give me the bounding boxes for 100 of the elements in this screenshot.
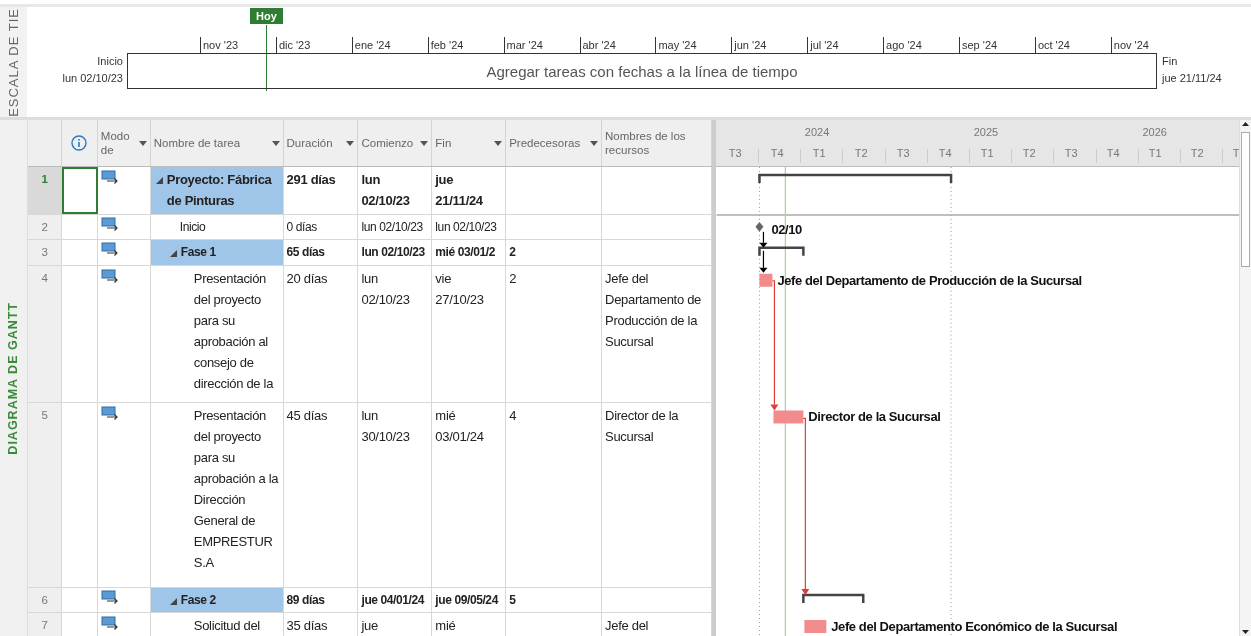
task-name: Presentación del proyecto para su aprobación al consejo de dirección de la [193, 270, 275, 393]
collapse-triangle-icon[interactable] [155, 177, 163, 184]
table-cell: 20 días [286, 271, 328, 286]
table-cell: 291 días [286, 172, 336, 187]
column-header[interactable]: Modo de [97, 120, 151, 166]
table-cell: 65 días [286, 245, 325, 259]
month-label: oct '24 [1034, 37, 1070, 53]
table-cell: vie 27/10/23 [435, 271, 484, 307]
row-number[interactable]: 2 [27, 215, 62, 239]
bar-label: Director de la Sucursal [808, 409, 941, 425]
milestone-diamond[interactable] [755, 221, 764, 232]
dropdown-caret-icon[interactable] [420, 140, 429, 146]
info-icon [71, 135, 88, 151]
bar-label: Jefe del Departamento Económico de la Sucursal [831, 619, 1117, 634]
quarter-label: T3 [896, 147, 910, 159]
row-number[interactable]: 7 [27, 613, 62, 636]
table-cell: 5 [509, 593, 516, 607]
dropdown-caret-icon[interactable] [494, 140, 503, 146]
task-name: Fase 1 [180, 244, 216, 261]
quarter-label: T [1232, 147, 1239, 159]
month-label: sep '24 [959, 37, 998, 53]
table-cell: lun 02/10/23 [361, 245, 425, 259]
table-cell: jue 04/01/24 [361, 593, 425, 607]
scrollbar-thumb[interactable] [1241, 132, 1250, 267]
task-mode-icon [100, 217, 119, 231]
task-name: Fase 2 [180, 592, 216, 609]
quarter-label: T1 [1148, 147, 1162, 159]
summary-bar[interactable] [758, 246, 805, 256]
row-number[interactable]: 1 [27, 167, 62, 214]
view-label: DIAGRAMA DE GANTT [6, 301, 21, 455]
bar-label: 02/10 [771, 221, 802, 237]
year-label: 2026 [1142, 126, 1167, 138]
table-cell: lun 02/10/23 [361, 172, 410, 208]
month-label: ago '24 [883, 37, 922, 53]
month-label: jul '24 [807, 37, 839, 53]
task-mode-icon [100, 170, 119, 184]
task-mode-icon [100, 616, 119, 630]
year-label: 2025 [973, 126, 999, 138]
link-arrow [759, 231, 768, 248]
table-cell: lun 02/10/23 [361, 271, 410, 307]
timeline-bar[interactable]: Agregar tareas con fechas a la línea de tiempo [127, 53, 1157, 89]
link-arrow [759, 250, 768, 273]
column-header[interactable]: Nombres de los recursos [602, 120, 712, 166]
scroll-down-icon[interactable] [1241, 627, 1250, 636]
table-cell: mié 03/01/24 [435, 408, 484, 444]
table-cell: 0 días [286, 220, 317, 234]
column-header[interactable]: Nombre de tarea [150, 120, 284, 166]
scroll-up-icon[interactable] [1241, 120, 1250, 129]
quarter-label: T2 [1190, 147, 1204, 159]
start-date: lun 02/10/23 [62, 71, 123, 86]
column-header[interactable]: Predecesoras [506, 120, 603, 166]
collapse-triangle-icon[interactable] [169, 250, 177, 257]
month-label: nov '24 [1110, 37, 1149, 53]
quarter-label: T2 [1022, 147, 1036, 159]
vertical-scrollbar[interactable] [1239, 120, 1251, 636]
end-date: jue 21/11/24 [1162, 71, 1222, 86]
column-header[interactable]: Duración [283, 120, 359, 166]
column-header[interactable]: Fin [432, 120, 507, 166]
summary-bar[interactable] [758, 173, 953, 183]
dropdown-caret-icon[interactable] [590, 140, 599, 146]
today-line [266, 25, 267, 91]
year-label: 2024 [804, 126, 830, 138]
table-cell: lun 30/10/23 [361, 408, 410, 444]
row-number[interactable]: 6 [27, 588, 62, 612]
start-label: Inicio [97, 54, 123, 69]
quarter-label: T1 [812, 147, 826, 159]
row-number[interactable]: 5 [27, 403, 62, 587]
bar-label: Jefe del Departamento de Producción de la Sucursal [777, 272, 1082, 288]
dropdown-caret-icon[interactable] [271, 140, 280, 146]
dropdown-caret-icon[interactable] [138, 140, 147, 146]
task-mode-icon [100, 269, 119, 283]
task-name: Inicio [179, 219, 206, 236]
summary-bar[interactable] [802, 593, 865, 604]
quarter-label: T2 [854, 147, 868, 159]
end-label: Fin [1162, 54, 1179, 69]
row-number[interactable]: 3 [27, 240, 62, 265]
table-cell: 89 días [286, 593, 325, 607]
table-cell: 2 [509, 271, 517, 286]
collapse-triangle-icon[interactable] [169, 598, 177, 605]
timeline-side-label: ESCALA DE TIE [6, 7, 21, 117]
column-header[interactable]: Comienzo [358, 120, 433, 166]
quarter-label: T3 [728, 147, 742, 159]
table-cell: mié 03/01/2 [435, 245, 495, 259]
table-cell: Jefe del [605, 618, 649, 633]
table-cell: mié [435, 618, 456, 633]
today-flag: Hoy [250, 8, 283, 24]
task-mode-icon [100, 406, 119, 420]
dropdown-caret-icon[interactable] [346, 140, 355, 146]
table-cell: lun 02/10/23 [435, 220, 497, 234]
task-mode-icon [100, 590, 119, 604]
row-number[interactable]: 4 [27, 266, 62, 402]
table-cell: 45 días [286, 408, 328, 423]
task-name: Proyecto: Fábrica de Pinturas [166, 171, 273, 210]
month-label: jun '24 [731, 37, 767, 53]
quarter-label: T4 [938, 147, 952, 159]
table-cell: Jefe del Departamento de Producción de la Sucursal [605, 271, 701, 349]
month-label: dic '23 [275, 37, 311, 53]
quarter-label: T4 [1106, 147, 1120, 159]
table-cell: jue 21/11/24 [435, 172, 483, 208]
indicator-cell[interactable] [61, 167, 98, 214]
